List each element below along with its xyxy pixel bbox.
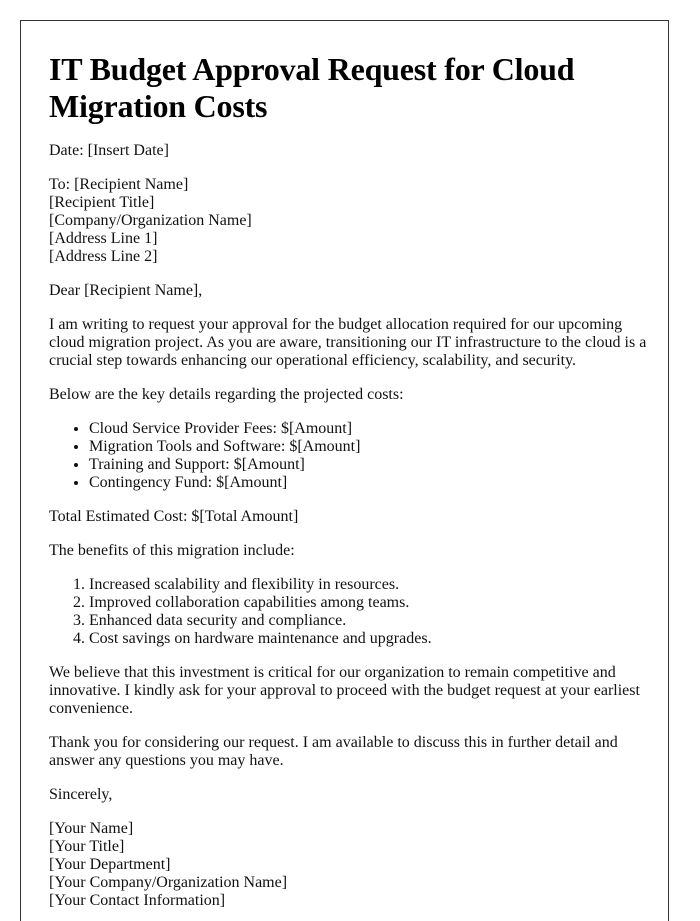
belief-paragraph: We believe that this investment is criti… <box>49 664 640 717</box>
benefit-item: Increased scalability and flexibility in… <box>89 576 648 594</box>
cost-item: Migration Tools and Software: $[Amount] <box>89 438 648 456</box>
signature-line: [Your Department] <box>49 856 171 873</box>
recipient-line: [Address Line 1] <box>49 230 158 247</box>
benefit-item: Improved collaboration capabilities amon… <box>89 594 648 612</box>
signature-block: [Your Name] [Your Title] [Your Departmen… <box>49 820 648 910</box>
benefit-item: Cost savings on hardware maintenance and… <box>89 630 648 648</box>
signature-line: [Your Title] <box>49 838 125 855</box>
benefits-intro: The benefits of this migration include: <box>49 542 295 559</box>
salutation: Dear [Recipient Name], <box>49 282 203 299</box>
cost-items-list: Cloud Service Provider Fees: $[Amount] M… <box>49 420 648 492</box>
benefit-item: Enhanced data security and compliance. <box>89 612 648 630</box>
cost-item: Cloud Service Provider Fees: $[Amount] <box>89 420 648 438</box>
signature-line: [Your Contact Information] <box>49 892 226 909</box>
intro-paragraph: I am writing to request your approval fo… <box>49 316 647 369</box>
recipient-line: [Address Line 2] <box>49 248 158 265</box>
recipient-address-block: To: [Recipient Name] [Recipient Title] [… <box>49 176 648 266</box>
letter-document: IT Budget Approval Request for Cloud Mig… <box>20 20 669 921</box>
recipient-line: [Recipient Title] <box>49 194 155 211</box>
cost-item: Training and Support: $[Amount] <box>89 456 648 474</box>
signature-line: [Your Name] <box>49 820 134 837</box>
date-line: Date: [Insert Date] <box>49 142 169 159</box>
cost-item: Contingency Fund: $[Amount] <box>89 474 648 492</box>
total-cost-line: Total Estimated Cost: $[Total Amount] <box>49 508 299 525</box>
closing: Sincerely, <box>49 786 113 803</box>
recipient-line: [Company/Organization Name] <box>49 212 252 229</box>
recipient-line: To: [Recipient Name] <box>49 176 189 193</box>
letter-title: IT Budget Approval Request for Cloud Mig… <box>49 51 575 124</box>
signature-line: [Your Company/Organization Name] <box>49 874 288 891</box>
benefits-list: Increased scalability and flexibility in… <box>49 576 648 648</box>
costs-intro: Below are the key details regarding the … <box>49 386 404 403</box>
thanks-paragraph: Thank you for considering our request. I… <box>49 734 618 769</box>
